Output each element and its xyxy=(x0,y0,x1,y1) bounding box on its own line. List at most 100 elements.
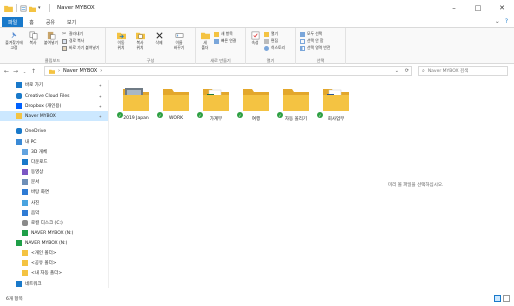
nav-item[interactable]: Naver MYBOX ✦ xyxy=(0,111,108,121)
new-folder-quick-icon[interactable] xyxy=(29,5,36,12)
nav-item[interactable]: 바탕 화면 xyxy=(0,187,108,197)
tab-file[interactable]: 파일 xyxy=(2,17,24,27)
select-all-icon xyxy=(300,31,305,37)
view-toggle xyxy=(494,295,510,302)
nav-item[interactable]: 동영상 xyxy=(0,167,108,177)
nav-item[interactable]: NAVER MYBOX (N:) xyxy=(0,238,108,248)
nav-item[interactable]: Dropbox (개인용) ✦ xyxy=(0,101,108,111)
folder-item[interactable]: ✓ 2019 Japan xyxy=(117,84,154,130)
nav-item[interactable]: 문서 xyxy=(0,177,108,187)
paste-label: 붙여넣기 xyxy=(44,40,58,45)
music-icon xyxy=(22,210,28,216)
details-view-button[interactable] xyxy=(494,295,501,302)
quick-access-separator xyxy=(16,4,17,12)
search-input[interactable]: ⌕ Naver MYBOX 검색 xyxy=(418,66,508,76)
paste-button[interactable]: 붙여넣기 xyxy=(42,31,60,46)
rename-icon xyxy=(175,33,183,38)
disk-icon xyxy=(22,220,28,226)
breadcrumb[interactable]: Naver MYBOX xyxy=(63,68,97,74)
folder-icon xyxy=(49,69,55,74)
folder-item[interactable]: X✓가계부 xyxy=(197,84,234,130)
edit-icon xyxy=(264,38,269,44)
window-title: Naver MYBOX xyxy=(57,5,95,11)
nav-item[interactable]: 로컬 디스크 (C:) xyxy=(0,218,108,228)
delete-icon xyxy=(155,32,163,39)
folder-icon: ✓ xyxy=(157,84,191,118)
folder-item[interactable]: ✓ 여행 xyxy=(237,84,274,130)
close-button[interactable]: ✕ xyxy=(490,0,514,16)
rename-button[interactable]: 이름 바꾸기 xyxy=(172,31,186,50)
copy-path-label: 경로 복사 xyxy=(69,38,85,43)
forward-arrow-icon[interactable]: → xyxy=(11,68,20,75)
nav-item[interactable]: <내 자동 폴더> xyxy=(0,268,108,278)
address-dropdown-icon[interactable]: ⌄ xyxy=(395,68,399,74)
nav-item[interactable]: 바로 가기 ✦ xyxy=(0,80,108,90)
history-button[interactable]: 히스토리 xyxy=(264,45,285,51)
copy-button[interactable]: 복사 xyxy=(27,31,39,46)
breadcrumb-separator-icon[interactable]: › xyxy=(100,68,102,74)
nav-item[interactable]: <공유 폴더> xyxy=(0,258,108,268)
nav-item[interactable]: 다운로드 xyxy=(0,157,108,167)
nav-item[interactable]: 음악 xyxy=(0,208,108,218)
breadcrumb-separator-icon[interactable]: › xyxy=(58,68,60,74)
pin-quick-access-button[interactable]: 즐겨찾기에 고정 xyxy=(4,31,24,50)
recent-locations-icon[interactable]: ⌄ xyxy=(20,69,29,74)
quick-access-dropdown-icon[interactable]: ▾ xyxy=(38,5,45,12)
folder-item[interactable]: ✓ 자동 올리기 xyxy=(277,84,314,130)
maximize-button[interactable]: □ xyxy=(466,0,490,16)
paste-shortcut-button[interactable]: 바로 가기 붙여넣기 xyxy=(62,45,99,51)
easy-access-button[interactable]: 빠른 연결 xyxy=(214,38,236,44)
desktop-icon xyxy=(22,189,28,195)
copy-to-button[interactable]: 복사 위치 xyxy=(133,31,147,50)
tab-share[interactable]: 공유 xyxy=(40,17,61,27)
minimize-button[interactable]: – xyxy=(442,0,466,16)
nav-item[interactable]: 네트워크 xyxy=(0,279,108,289)
properties-button[interactable]: 속성 xyxy=(249,31,261,46)
copy-path-button[interactable]: 경로 복사 xyxy=(62,38,84,44)
nav-item-label: 다운로드 xyxy=(31,160,48,165)
synced-check-icon: ✓ xyxy=(277,112,283,118)
nav-item[interactable]: 사진 xyxy=(0,198,108,208)
open-button[interactable]: 열기 xyxy=(264,31,278,37)
open-icon xyxy=(264,31,269,37)
refresh-icon[interactable]: ⟳ xyxy=(405,68,409,74)
folder-label: 회사업무 xyxy=(327,117,345,122)
video-icon xyxy=(22,169,28,175)
new-folder-button[interactable]: 새 폴더 xyxy=(199,31,211,50)
cut-button[interactable]: ✂ 잘라내기 xyxy=(62,31,83,37)
invert-selection-icon xyxy=(300,45,305,51)
invert-selection-button[interactable]: 선택 영역 반전 xyxy=(300,45,330,51)
nav-item[interactable]: 내 PC xyxy=(0,137,108,147)
nav-item[interactable]: 3D 개체 xyxy=(0,147,108,157)
pc-icon xyxy=(16,139,22,145)
folder-icon: ✓ xyxy=(237,84,271,118)
synced-check-icon: ✓ xyxy=(157,112,163,118)
tab-home[interactable]: 홈 xyxy=(23,17,40,27)
folder-icon: ✓ xyxy=(277,84,311,118)
properties-quick-icon[interactable] xyxy=(20,5,27,12)
up-arrow-icon[interactable]: ↑ xyxy=(29,68,38,75)
help-icon[interactable]: ? xyxy=(505,18,508,25)
back-arrow-icon[interactable]: ← xyxy=(2,68,11,75)
ribbon-tabs: 파일 홈 공유 보기 ⌄ ? xyxy=(0,16,514,27)
nav-item[interactable]: NAVER MYBOX (N:) xyxy=(0,228,108,238)
folder-item[interactable]: W✓회사업무 xyxy=(317,84,354,130)
collapse-ribbon-icon[interactable]: ⌄ xyxy=(495,18,500,25)
select-all-button[interactable]: 모두 선택 xyxy=(300,31,322,37)
move-to-button[interactable]: 이동 위치 xyxy=(114,31,128,50)
edit-button[interactable]: 편집 xyxy=(264,38,278,44)
star-icon xyxy=(16,82,22,88)
large-icons-view-button[interactable] xyxy=(503,295,510,302)
nav-item[interactable]: OneDrive xyxy=(0,126,108,136)
pane-divider[interactable] xyxy=(108,80,109,288)
delete-button[interactable]: 삭제 xyxy=(152,31,166,46)
synced-check-icon: ✓ xyxy=(317,112,323,118)
new-item-button[interactable]: 새 항목 xyxy=(214,31,233,37)
nav-item[interactable]: <개인 폴더> xyxy=(0,248,108,258)
folder-item[interactable]: ✓ WORK xyxy=(157,84,194,130)
nav-item-label: 음악 xyxy=(31,211,40,216)
tab-view[interactable]: 보기 xyxy=(61,17,82,27)
select-none-button[interactable]: 선택 안 함 xyxy=(300,38,323,44)
address-bar[interactable]: › Naver MYBOX › ⌄ ⟳ xyxy=(44,66,412,76)
nav-item[interactable]: Creative Cloud Files ✦ xyxy=(0,91,108,101)
